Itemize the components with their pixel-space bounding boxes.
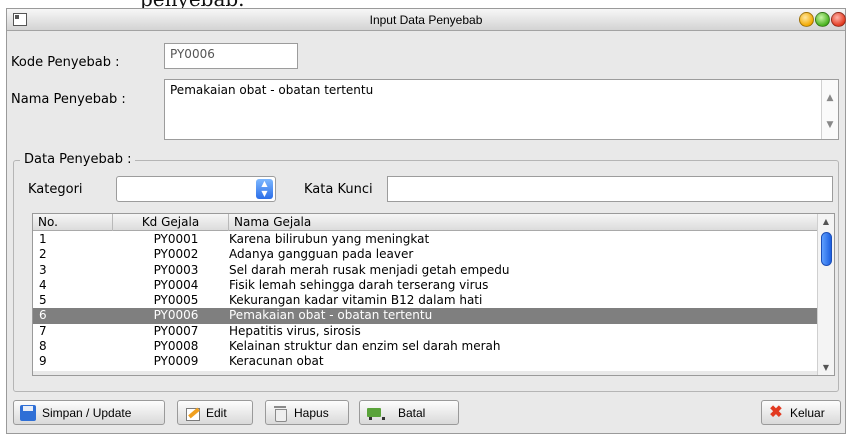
nama-penyebab-text: Pemakaian obat - obatan tertentu xyxy=(170,83,374,97)
scroll-up-icon[interactable]: ▲ xyxy=(822,90,838,106)
group-legend: Data Penyebab : xyxy=(20,152,136,167)
kode-penyebab-input[interactable]: PY0006 xyxy=(164,43,298,69)
caption-text: penyebab. xyxy=(140,0,245,8)
edit-label: Edit xyxy=(206,405,227,420)
cell-nama-gejala: Sel darah merah rusak menjadi getah empe… xyxy=(229,262,510,277)
simpan-update-button[interactable]: Simpan / Update xyxy=(13,400,165,425)
kata-kunci-label: Kata Kunci xyxy=(304,182,373,197)
table-row[interactable]: 5 PY0005 Kekurangan kadar vitamin B12 dala… xyxy=(33,293,818,308)
cell-no: 9 xyxy=(39,354,47,369)
batal-button[interactable]: Batal xyxy=(359,400,459,425)
titlebar: Input Data Penyebab xyxy=(7,9,846,31)
header-kd-gejala[interactable]: Kd Gejala xyxy=(113,214,229,231)
keluar-button[interactable]: ✖ Keluar xyxy=(761,400,841,425)
simpan-update-label: Simpan / Update xyxy=(42,405,132,420)
cell-no: 8 xyxy=(39,339,47,354)
hapus-button[interactable]: Hapus xyxy=(265,400,349,425)
cell-nama-gejala: Kekurangan kadar vitamin B12 dalam hati xyxy=(229,293,483,308)
scroll-down-icon[interactable]: ▼ xyxy=(818,363,834,372)
edit-button[interactable]: Edit xyxy=(177,400,253,425)
kata-kunci-input[interactable] xyxy=(387,176,833,202)
table-row[interactable]: 1 PY0001 Karena bilirubun yang meningkat xyxy=(33,232,818,247)
cell-nama-gejala: Adanya gangguan pada leaver xyxy=(229,247,414,262)
table-header: No. Kd Gejala Nama Gejala xyxy=(33,214,818,231)
cell-kd-gejala: PY0003 xyxy=(153,262,199,277)
trash-icon xyxy=(272,405,288,422)
cell-kd-gejala: PY0006 xyxy=(153,308,199,323)
cell-no: 7 xyxy=(39,323,47,338)
cart-icon xyxy=(366,405,385,421)
horizontal-scrollbar[interactable] xyxy=(33,371,818,375)
kategori-label: Kategori xyxy=(28,182,83,197)
cell-kd-gejala: PY0005 xyxy=(153,293,199,308)
gejala-table[interactable]: No. Kd Gejala Nama Gejala 1 PY0001 Karena … xyxy=(32,213,835,376)
cell-kd-gejala: PY0008 xyxy=(153,339,199,354)
table-row[interactable]: 6 PY0006 Pemakaian obat - obatan tertentu xyxy=(33,308,818,324)
table-row[interactable]: 7 PY0007 Hepatitis virus, sirosis xyxy=(33,324,818,339)
cell-nama-gejala: Pemakaian obat - obatan tertentu xyxy=(229,308,433,323)
table-row[interactable]: 4 PY0004 Fisik lemah sehingga darah terser… xyxy=(33,278,818,293)
scroll-up-icon[interactable]: ▲ xyxy=(818,217,834,226)
header-nama-gejala[interactable]: Nama Gejala xyxy=(229,214,818,231)
cell-nama-gejala: Keracunan obat xyxy=(229,354,324,369)
page-caption-fragment: penyebab. xyxy=(0,0,846,8)
header-no[interactable]: No. xyxy=(33,214,113,231)
kode-penyebab-label: Kode Penyebab : xyxy=(11,55,120,70)
minimize-button[interactable] xyxy=(799,12,814,27)
hapus-label: Hapus xyxy=(294,405,329,420)
window-title: Input Data Penyebab xyxy=(369,13,483,27)
table-row[interactable]: 2 PY0002 Adanya gangguan pada leaver xyxy=(33,247,818,262)
scrollbar-thumb[interactable] xyxy=(821,232,832,266)
close-button[interactable] xyxy=(831,12,846,27)
pencil-edit-icon xyxy=(184,405,200,421)
cell-no: 6 xyxy=(39,308,47,323)
cell-no: 5 xyxy=(39,293,47,308)
textarea-scrollbar[interactable]: ▲ ▼ xyxy=(821,80,838,139)
vertical-scrollbar[interactable]: ▲ ▼ xyxy=(817,214,834,375)
cell-nama-gejala: Kelainan struktur dan enzim sel darah me… xyxy=(229,339,501,354)
cell-kd-gejala: PY0007 xyxy=(153,323,199,338)
kategori-select[interactable]: ▲ ▼ xyxy=(116,176,276,202)
cell-nama-gejala: Fisik lemah sehingga darah terserang vir… xyxy=(229,277,489,292)
table-row[interactable]: 9 PY0009 Keracunan obat xyxy=(33,354,818,369)
table-row[interactable]: 8 PY0008 Kelainan struktur dan enzim sel d… xyxy=(33,339,818,354)
input-data-penyebab-window: Input Data Penyebab Kode Penyebab : PY00… xyxy=(6,8,846,434)
table-row[interactable]: 3 PY0003 Sel darah merah rusak menjadi get… xyxy=(33,263,818,278)
nama-penyebab-label: Nama Penyebab : xyxy=(11,92,126,107)
floppy-disk-icon xyxy=(20,404,36,421)
red-x-icon: ✖ xyxy=(769,403,783,421)
cell-nama-gejala: Karena bilirubun yang meningkat xyxy=(229,232,430,246)
cell-no: 2 xyxy=(39,247,47,262)
maximize-button[interactable] xyxy=(815,12,830,27)
cell-no: 4 xyxy=(39,277,47,292)
nama-penyebab-textarea[interactable]: Pemakaian obat - obatan tertentu ▲ ▼ xyxy=(164,79,839,140)
table-body: 1 PY0001 Karena bilirubun yang meningkat 2 P… xyxy=(33,232,818,375)
updown-arrows-icon[interactable]: ▲ ▼ xyxy=(256,179,273,199)
cell-kd-gejala: PY0002 xyxy=(153,247,199,262)
cell-kd-gejala: PY0004 xyxy=(153,277,199,292)
batal-label: Batal xyxy=(398,405,426,420)
cell-nama-gejala: Hepatitis virus, sirosis xyxy=(229,323,361,338)
cell-kd-gejala: PY0009 xyxy=(153,354,199,369)
cell-no: 1 xyxy=(39,232,47,246)
cell-no: 3 xyxy=(39,262,47,277)
keluar-label: Keluar xyxy=(790,405,825,420)
cell-kd-gejala: PY0001 xyxy=(153,232,199,246)
scroll-down-icon[interactable]: ▼ xyxy=(822,117,838,133)
